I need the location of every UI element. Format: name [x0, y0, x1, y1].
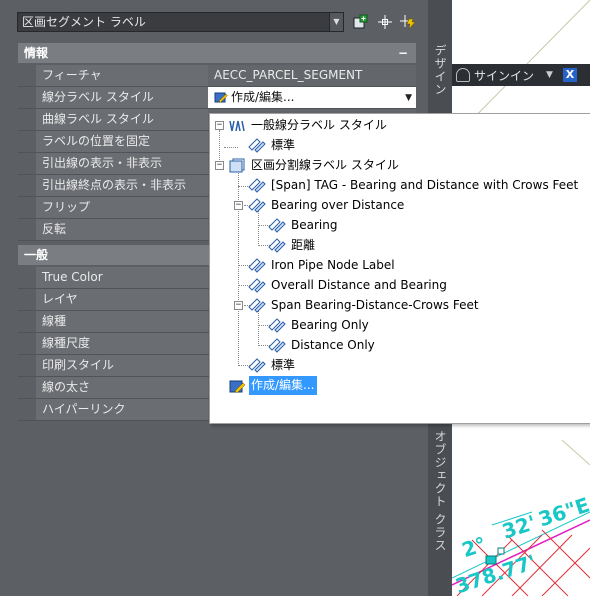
tree-node-label: Bearing [291, 218, 338, 232]
tree-node-label: Distance Only [291, 338, 375, 352]
edit-style-icon [229, 380, 246, 393]
collapse-icon[interactable]: − [398, 43, 408, 63]
quick-select-icon[interactable] [399, 13, 417, 31]
object-type-combo[interactable]: 区画セグメント ラベル ▼ [17, 12, 344, 32]
property-name: ハイパーリンク [36, 399, 224, 420]
tree-node-label: Bearing over Distance [271, 198, 405, 212]
label-style-icon [248, 177, 266, 193]
property-name: 曲線ラベル スタイル [36, 109, 224, 130]
property-name: 線分ラベル スタイル [36, 87, 224, 108]
tree-node-label: 標準 [271, 358, 296, 372]
user-icon [456, 68, 470, 82]
property-value: AECC_PARCEL_SEGMENT [208, 65, 416, 86]
tree-node-label: 一般線分ラベル スタイル [251, 118, 387, 132]
tree-node-iron-pipe[interactable]: Iron Pipe Node Label [248, 256, 397, 275]
chevron-down-icon[interactable]: ▼ [329, 13, 343, 31]
tree-node-bearing-over-distance[interactable]: Bearing over Distance [248, 196, 406, 215]
signin-link[interactable]: サインイン [474, 67, 534, 84]
close-icon[interactable]: X [562, 68, 577, 82]
section-info-title: 情報 [24, 46, 49, 60]
property-name: フィーチャ [36, 65, 224, 86]
tree-node-line-label-styles[interactable]: 一般線分ラベル スタイル [228, 116, 389, 135]
property-row-feature[interactable]: フィーチャ AECC_PARCEL_SEGMENT [18, 65, 416, 87]
tree-line [258, 310, 259, 346]
line-label-style-dropdown[interactable]: 作成/編集... ▼ [208, 87, 416, 108]
tree-node-parcel-segment-styles[interactable]: 区画分割線ラベル スタイル [228, 156, 401, 175]
property-name: 引出線終点の表示・非表示 [36, 175, 224, 196]
tree-node-span-crows[interactable]: Span Bearing-Distance-Crows Feet [248, 296, 481, 315]
label-style-icon [268, 317, 286, 333]
tree-node-parcel-standard[interactable]: 標準 [248, 356, 297, 375]
property-name: レイヤ [36, 289, 224, 310]
property-row-line-label-style[interactable]: 線分ラベル スタイル 作成/編集... ▼ [18, 87, 416, 109]
section-general-title: 一般 [24, 248, 49, 262]
label-style-icon [268, 337, 286, 353]
dropdown-value: 作成/編集... [231, 90, 295, 104]
tab-object-class[interactable]: オブジェクト クラス [432, 430, 449, 552]
label-style-icon [248, 297, 266, 313]
property-name: True Color [36, 267, 224, 288]
label-style-icon [268, 217, 286, 233]
label-style-icon [248, 197, 266, 213]
property-name: 線種尺度 [36, 333, 224, 354]
label-style-icon [248, 277, 266, 293]
property-name: 印刷スタイル [36, 355, 224, 376]
property-name: フリップ [36, 197, 224, 218]
tree-node-line-standard[interactable]: 標準 [248, 136, 297, 155]
tree-line [224, 147, 238, 148]
palette-header: 区画セグメント ラベル ▼ [0, 0, 428, 42]
edit-style-icon [214, 92, 228, 103]
property-name: 線の太さ [36, 377, 224, 398]
tree-node-label: Iron Pipe Node Label [271, 258, 395, 272]
tree-node-label: Span Bearing-Distance-Crows Feet [271, 298, 479, 312]
collapse-toggle-icon[interactable]: − [215, 121, 224, 130]
section-info-header[interactable]: 情報 − [18, 43, 416, 63]
tree-node-bearing[interactable]: Bearing [268, 216, 339, 235]
label-style-icon [248, 137, 266, 153]
tree-node-label: 標準 [271, 138, 296, 152]
tree-node-label: Overall Distance and Bearing [271, 278, 447, 292]
property-name: 線種 [36, 311, 224, 332]
property-name: 反転 [36, 219, 224, 240]
tree-node-label: [Span] TAG - Bearing and Distance with C… [271, 178, 579, 192]
label-style-tree-popup: − − − − 一般線分ラベル スタイル 標準 区画分割線ラベル スタイル [S… [209, 113, 590, 424]
chevron-down-icon[interactable]: ▼ [405, 88, 412, 109]
collapse-toggle-icon[interactable]: − [215, 161, 224, 170]
chevron-down-icon[interactable]: ▼ [546, 70, 553, 80]
collapse-toggle-icon[interactable]: − [234, 301, 243, 310]
label-style-icon [248, 357, 266, 373]
property-name: 引出線の表示・非表示 [36, 153, 224, 174]
tree-node-create-edit[interactable]: 作成/編集... [228, 376, 317, 395]
signin-bar: サインイン ▼ X [452, 64, 590, 86]
tree-node-distance-only[interactable]: Distance Only [268, 336, 377, 355]
property-name: ラベルの位置を固定 [36, 131, 224, 152]
tree-node-label: 作成/編集... [249, 376, 317, 395]
label-style-icon [268, 237, 286, 253]
tree-node-span-tag[interactable]: [Span] TAG - Bearing and Distance with C… [248, 176, 580, 195]
parcel-style-collection-icon [229, 158, 245, 172]
style-collection-icon [229, 120, 245, 131]
collapse-toggle-icon[interactable]: − [234, 201, 243, 210]
select-objects-icon[interactable] [376, 13, 394, 31]
tab-design[interactable]: デザイン [432, 44, 449, 96]
tree-node-label: 距離 [291, 238, 316, 252]
tree-node-label: 区画分割線ラベル スタイル [251, 158, 399, 172]
tree-node-overall-distance[interactable]: Overall Distance and Bearing [248, 276, 449, 295]
tree-node-distance-jp[interactable]: 距離 [268, 236, 317, 255]
object-type-value: 区画セグメント ラベル [22, 15, 146, 29]
label-style-icon [248, 257, 266, 273]
tree-node-bearing-only[interactable]: Bearing Only [268, 316, 371, 335]
tree-node-label: Bearing Only [291, 318, 369, 332]
tree-line [258, 210, 259, 246]
toggle-pickadd-icon[interactable] [351, 13, 369, 31]
